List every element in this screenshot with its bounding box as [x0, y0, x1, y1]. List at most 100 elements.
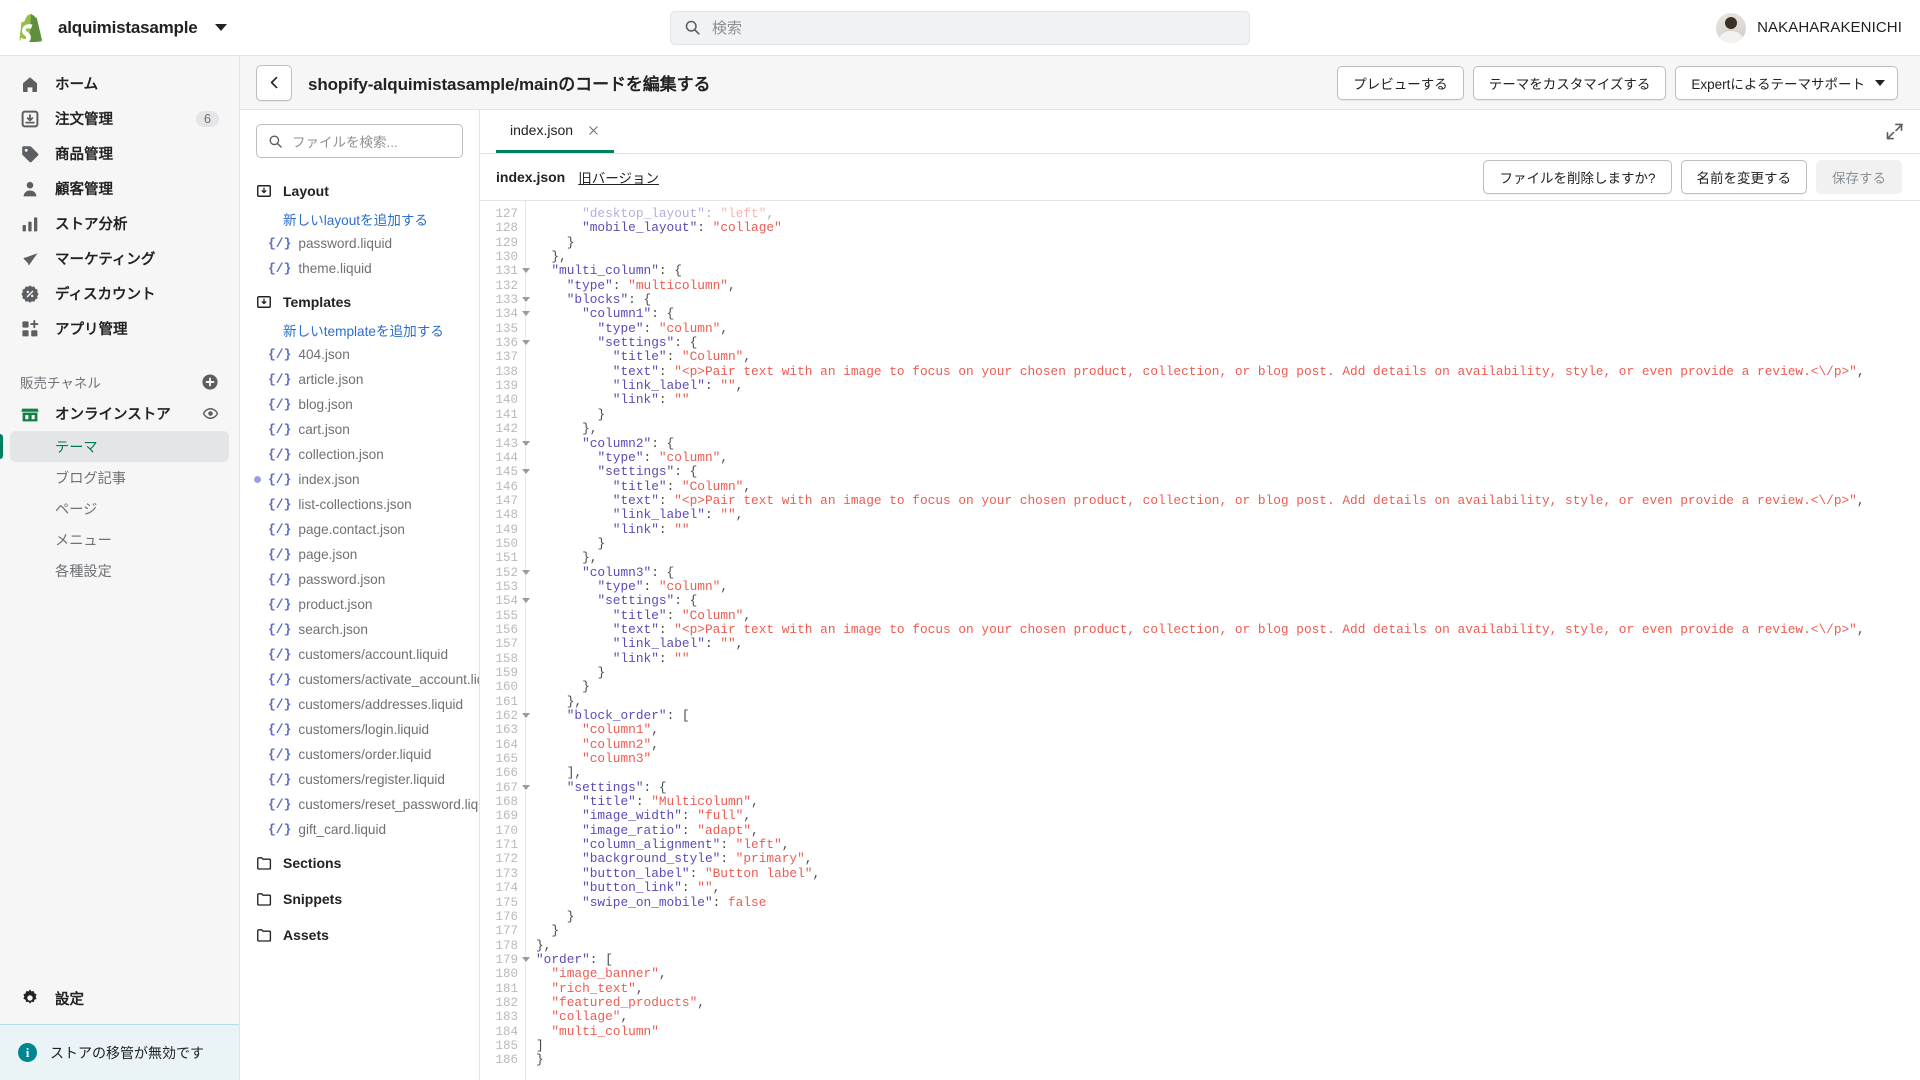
tree-file-item[interactable]: {/} customers/login.liquid — [240, 717, 479, 742]
sidebar-item-home[interactable]: ホーム — [10, 67, 229, 100]
code-line: } — [597, 535, 606, 551]
tree-file-item[interactable]: {/} page.contact.json — [240, 517, 479, 542]
tree-file-item[interactable]: {/} blog.json — [240, 392, 479, 417]
tab-index-json[interactable]: index.json — [496, 110, 615, 153]
search-icon — [269, 135, 282, 148]
fold-arrow-icon[interactable] — [522, 440, 530, 446]
store-transfer-notice[interactable]: i ストアの移管が無効です — [0, 1024, 239, 1080]
fold-arrow-icon[interactable] — [522, 598, 530, 604]
tree-file-item[interactable]: {/} article.json — [240, 367, 479, 392]
tree-group-snippets[interactable]: Snippets — [240, 884, 479, 914]
tree-group-label: Snippets — [283, 891, 343, 907]
tree-file-item[interactable]: {/} collection.json — [240, 442, 479, 467]
top-bar: alquimistasample 検索 NAKAHARAKENICHI — [0, 0, 1920, 56]
sidebar-item-products[interactable]: 商品管理 — [10, 137, 229, 170]
tree-file-item[interactable]: {/} password.json — [240, 567, 479, 592]
rename-file-button[interactable]: 名前を変更する — [1680, 160, 1807, 194]
customize-theme-button[interactable]: テーマをカスタマイズする — [1472, 65, 1667, 100]
tree-file-item[interactable]: {/} customers/activate_account.liquid — [240, 667, 479, 692]
user-menu[interactable]: NAKAHARAKENICHI — [1716, 12, 1902, 43]
tree-file-item[interactable]: {/} customers/register.liquid — [240, 767, 479, 792]
fold-arrow-icon[interactable] — [522, 784, 530, 790]
tree-group-sections[interactable]: Sections — [240, 848, 479, 878]
sidebar-item-marketing[interactable]: マーケティング — [10, 242, 229, 275]
old-version-link[interactable]: 旧バージョン — [578, 167, 659, 187]
code-line: "rich_text", — [551, 980, 644, 996]
tree-file-item[interactable]: {/} customers/account.liquid — [240, 642, 479, 667]
fold-arrow-icon[interactable] — [522, 469, 530, 475]
tree-file-item[interactable]: {/} theme.liquid — [240, 256, 479, 281]
code-editor[interactable]: 127 128 129 130 131 132 133 134 135 136 137 138 139 1… — [480, 201, 1920, 1080]
tree-file-item[interactable]: {/} cart.json — [240, 417, 479, 442]
fold-arrow-icon[interactable] — [522, 713, 530, 719]
preview-button[interactable]: プレビューする — [1337, 65, 1464, 100]
close-icon[interactable] — [587, 124, 600, 137]
sidebar-item-label: 注文管理 — [55, 112, 113, 128]
tree-group-templates[interactable]: Templates — [240, 287, 479, 317]
plus-circle-icon[interactable] — [201, 373, 219, 391]
code-line: "button_label": "Button label", — [582, 865, 821, 881]
sidebar-item-settings[interactable]: 設定 — [10, 980, 229, 1016]
sidebar-item-customers[interactable]: 顧客管理 — [10, 172, 229, 205]
expert-theme-support-button[interactable]: Expertによるテーマサポート — [1675, 65, 1898, 100]
chevron-down-icon — [1875, 79, 1885, 86]
tree-file-item[interactable]: {/} customers/reset_password.liquid — [240, 792, 479, 817]
tree-file-item[interactable]: {/} gift_card.liquid — [240, 817, 479, 842]
liquid-code-icon: {/} — [268, 597, 292, 612]
line-number: 175 — [495, 895, 518, 910]
tree-file-item[interactable]: {/} customers/order.liquid — [240, 742, 479, 767]
folder-download-icon — [257, 185, 271, 197]
editor-header-actions: プレビューする テーマをカスタマイズする Expertによるテーマサポート — [1337, 65, 1898, 100]
sidebar-item-analytics[interactable]: ストア分析 — [10, 207, 229, 240]
code-line: } — [536, 1052, 544, 1068]
code-line: "settings": { — [597, 464, 698, 480]
sidebar-item-preferences[interactable]: 各種設定 — [10, 555, 229, 586]
folder-icon — [257, 857, 272, 870]
sidebar-item-discounts[interactable]: ディスカウント — [10, 277, 229, 310]
global-search-input[interactable]: 検索 — [670, 10, 1250, 45]
code-content[interactable]: "desktop_layout": "left", "mobile_layout… — [526, 201, 1920, 1080]
fold-arrow-icon[interactable] — [522, 956, 530, 962]
storefront-icon — [21, 408, 39, 421]
fold-arrow-icon[interactable] — [522, 297, 530, 303]
tree-file-item[interactable]: {/} page.json — [240, 542, 479, 567]
store-switcher[interactable]: alquimistasample — [0, 13, 240, 42]
tree-file-item[interactable]: {/} product.json — [240, 592, 479, 617]
liquid-code-icon: {/} — [268, 772, 292, 787]
fold-arrow-icon[interactable] — [522, 569, 530, 575]
sidebar-item-apps[interactable]: アプリ管理 — [10, 312, 229, 345]
fold-arrow-icon[interactable] — [522, 311, 530, 317]
back-button[interactable] — [256, 64, 292, 101]
tree-group-layout[interactable]: Layout — [240, 176, 479, 206]
code-line: } — [597, 406, 606, 422]
add-new-templates-link[interactable]: 新しいtemplateを追加する — [240, 317, 479, 342]
liquid-code-icon: {/} — [268, 572, 292, 587]
tree-group-assets[interactable]: Assets — [240, 920, 479, 950]
expand-fullscreen-icon[interactable] — [1885, 122, 1904, 141]
delete-file-button[interactable]: ファイルを削除しますか? — [1483, 160, 1672, 194]
liquid-code-icon: {/} — [268, 236, 292, 251]
file-actions: ファイルを削除しますか? 名前を変更する 保存する — [1483, 160, 1902, 194]
sidebar-item-menus[interactable]: メニュー — [10, 524, 229, 555]
sidebar-item-pages[interactable]: ページ — [10, 493, 229, 524]
fold-arrow-icon[interactable] — [522, 340, 530, 346]
sidebar-item-themes[interactable]: テーマ — [0, 431, 229, 462]
sidebar-item-online-store[interactable]: オンラインストア — [10, 397, 229, 430]
line-number: 140 — [495, 393, 518, 408]
tree-file-item[interactable]: {/} customers/addresses.liquid — [240, 692, 479, 717]
eye-icon[interactable] — [202, 405, 219, 422]
line-number: 149 — [495, 522, 518, 537]
file-search-input[interactable]: ファイルを検索... — [256, 124, 463, 158]
sidebar-item-orders[interactable]: 注文管理 6 — [10, 102, 229, 135]
tree-file-label: article.json — [298, 372, 364, 387]
tree-file-item[interactable]: {/} 404.json — [240, 342, 479, 367]
add-new-layout-link[interactable]: 新しいlayoutを追加する — [240, 206, 479, 231]
tree-file-item[interactable]: {/} search.json — [240, 617, 479, 642]
tree-file-item[interactable]: {/} index.json — [240, 467, 479, 492]
sidebar-item-blog-posts[interactable]: ブログ記事 — [10, 462, 229, 493]
tree-file-item[interactable]: {/} list-collections.json — [240, 492, 479, 517]
code-line: ] — [536, 1037, 544, 1053]
sidebar-item-label: アプリ管理 — [55, 322, 128, 338]
fold-arrow-icon[interactable] — [522, 268, 530, 274]
tree-file-item[interactable]: {/} password.liquid — [240, 231, 479, 256]
